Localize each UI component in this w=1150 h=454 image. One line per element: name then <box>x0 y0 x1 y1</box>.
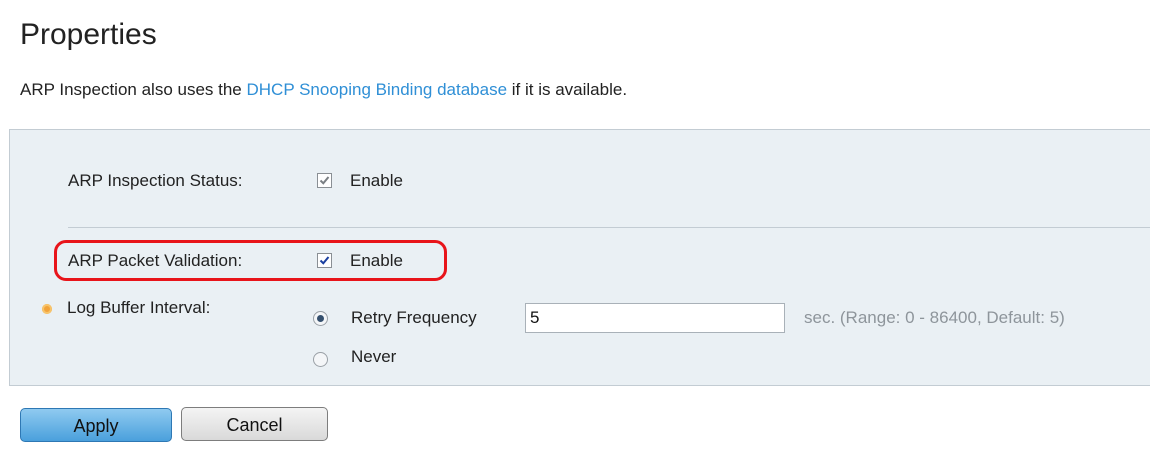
checkmark-icon <box>319 256 330 265</box>
arp-packet-validation-label: ARP Packet Validation: <box>68 251 243 270</box>
never-radio[interactable] <box>313 352 328 367</box>
never-label: Never <box>351 347 397 366</box>
retry-frequency-input[interactable] <box>525 303 785 333</box>
checkmark-icon <box>319 176 330 185</box>
page-title: Properties <box>20 18 157 51</box>
log-buffer-interval-label: Log Buffer Interval: <box>67 298 211 317</box>
intro-text-end: if it is available. <box>507 80 628 99</box>
section-divider <box>68 227 1150 228</box>
dhcp-snooping-binding-database-link[interactable]: DHCP Snooping Binding database <box>247 80 508 99</box>
radio-selected-dot <box>317 315 324 322</box>
retry-frequency-label: Retry Frequency <box>351 308 477 327</box>
arp-inspection-status-enable-label: Enable <box>350 171 403 190</box>
retry-frequency-range-hint: sec. (Range: 0 - 86400, Default: 5) <box>804 308 1065 327</box>
retry-frequency-radio[interactable] <box>313 311 328 326</box>
arp-packet-validation-checkbox[interactable] <box>317 253 332 268</box>
cancel-button[interactable]: Cancel <box>181 407 328 441</box>
properties-panel: ARP Inspection Status: Enable ARP Packet… <box>9 129 1150 386</box>
apply-button[interactable]: Apply <box>20 408 172 442</box>
required-field-icon <box>42 304 52 314</box>
arp-packet-validation-enable-label: Enable <box>350 251 403 270</box>
intro-text-start: ARP Inspection also uses the <box>20 80 247 99</box>
arp-inspection-status-checkbox[interactable] <box>317 173 332 188</box>
arp-inspection-status-label: ARP Inspection Status: <box>68 171 243 190</box>
intro-text: ARP Inspection also uses the DHCP Snoopi… <box>20 80 627 100</box>
